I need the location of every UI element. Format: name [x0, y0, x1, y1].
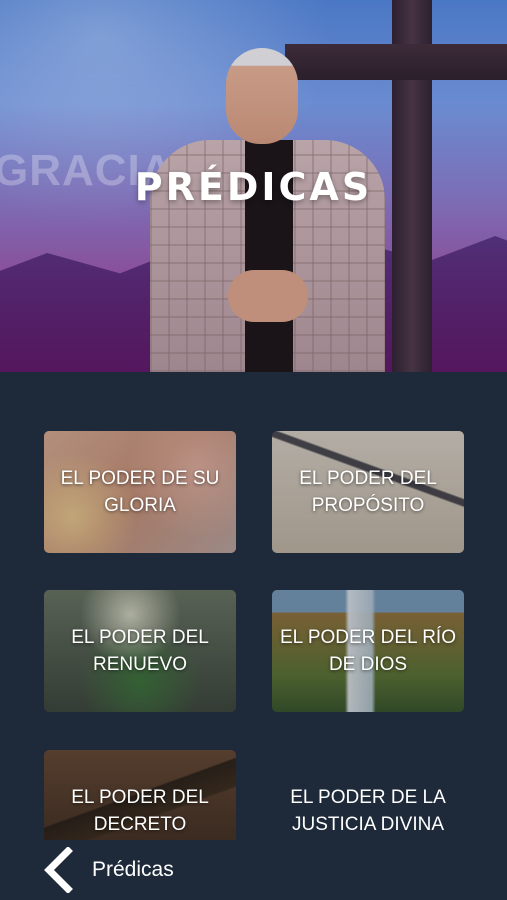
sermon-card-rio-de-dios[interactable]: EL PODER DEL RÍO DE DIOS: [272, 590, 464, 712]
hero-banner: GRACIA PRÉDICAS: [0, 0, 507, 372]
sermon-card-label: EL PODER DE SU GLORIA: [60, 468, 220, 516]
sermon-card-gloria[interactable]: EL PODER DE SU GLORIA: [44, 431, 236, 553]
sermon-card-label: EL PODER DEL RÍO DE DIOS: [280, 627, 456, 675]
cross-image-horizontal: [285, 44, 507, 80]
sermon-card-label: EL PODER DE LA JUSTICIA DIVINA: [290, 787, 446, 835]
preacher-image-hands: [228, 270, 308, 322]
sermon-card-label: EL PODER DEL PROPÓSITO: [299, 468, 437, 516]
sermon-card-label: EL PODER DEL DECRETO: [71, 787, 209, 835]
page-title: PRÉDICAS: [134, 165, 373, 209]
bottom-bar-title: Prédicas: [92, 858, 174, 881]
sermon-card-proposito[interactable]: EL PODER DEL PROPÓSITO: [272, 431, 464, 553]
preacher-image-head: [226, 48, 298, 144]
sermon-card-renuevo[interactable]: EL PODER DEL RENUEVO: [44, 590, 236, 712]
sermon-card-label: EL PODER DEL RENUEVO: [71, 627, 209, 675]
chevron-left-icon[interactable]: [28, 840, 88, 900]
bottom-navigation-bar: Prédicas: [0, 840, 507, 900]
